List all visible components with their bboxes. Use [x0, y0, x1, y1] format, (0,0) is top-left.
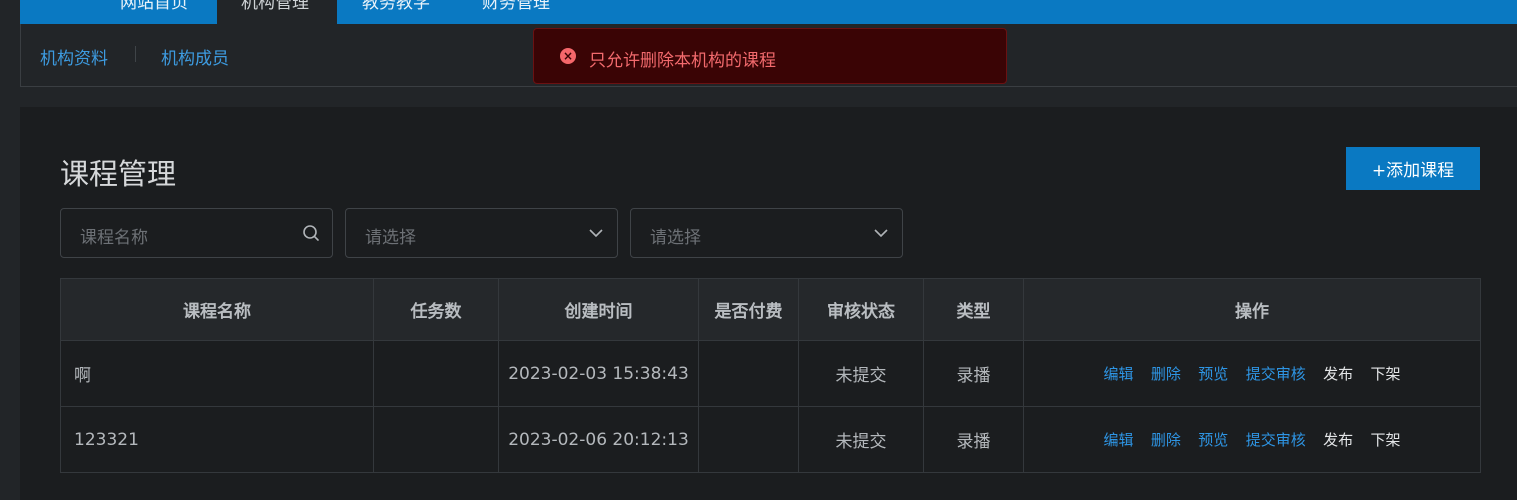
error-circle-icon: ×	[560, 48, 576, 64]
tab-home[interactable]: 网站首页	[120, 0, 216, 24]
add-course-button[interactable]: +添加课程	[1346, 147, 1480, 190]
cell-status: 未提交	[798, 406, 924, 473]
cell-type: 录播	[923, 406, 1024, 473]
course-table: 课程名称 任务数 创建时间 是否付费 审核状态 类型 操作 啊 2023-02-…	[60, 278, 1481, 473]
chevron-down-icon	[874, 229, 888, 238]
filter-select-2[interactable]: 请选择	[630, 208, 903, 258]
error-toast: × 只允许删除本机构的课程	[533, 28, 1007, 84]
submit-review-link[interactable]: 提交审核	[1246, 365, 1306, 383]
edit-link[interactable]: 编辑	[1103, 365, 1133, 383]
subnav-item-org-members[interactable]: 机构成员	[161, 44, 229, 69]
cell-paid	[698, 406, 799, 473]
table-row: 啊 2023-02-03 15:38:43 未提交 录播 编辑 删除 预览 提交…	[60, 340, 1481, 407]
publish-link[interactable]: 发布	[1323, 365, 1353, 383]
course-name-search-input[interactable]: 课程名称	[60, 208, 333, 258]
submit-review-link[interactable]: 提交审核	[1246, 431, 1306, 449]
cell-created: 2023-02-03 15:38:43	[498, 340, 699, 407]
cell-paid	[698, 340, 799, 407]
unpublish-link[interactable]: 下架	[1371, 365, 1401, 383]
chevron-down-icon	[589, 229, 603, 238]
toast-message: 只允许删除本机构的课程	[589, 51, 776, 71]
cell-course-name: 123321	[60, 406, 374, 473]
preview-link[interactable]: 预览	[1198, 431, 1228, 449]
cell-created: 2023-02-06 20:12:13	[498, 406, 699, 473]
search-icon[interactable]	[302, 224, 320, 242]
col-header-type: 类型	[923, 278, 1024, 341]
cell-tasks	[373, 406, 499, 473]
tab-teaching[interactable]: 教务教学	[362, 0, 458, 24]
unpublish-link[interactable]: 下架	[1371, 431, 1401, 449]
top-nav-bar: 网站首页 机构管理 教务教学 财务管理	[20, 0, 1517, 24]
cell-tasks	[373, 340, 499, 407]
delete-link[interactable]: 删除	[1151, 365, 1181, 383]
cell-status: 未提交	[798, 340, 924, 407]
filter-select-1[interactable]: 请选择	[345, 208, 618, 258]
col-header-status: 审核状态	[798, 278, 924, 341]
col-header-paid: 是否付费	[698, 278, 799, 341]
cell-actions: 编辑 删除 预览 提交审核 发布 下架	[1023, 406, 1481, 473]
edit-link[interactable]: 编辑	[1103, 431, 1133, 449]
select-placeholder: 请选择	[650, 228, 701, 248]
col-header-name: 课程名称	[60, 278, 374, 341]
tab-finance[interactable]: 财务管理	[482, 0, 578, 24]
cell-course-name: 啊	[60, 340, 374, 407]
page-title: 课程管理	[60, 157, 177, 191]
tab-org-management[interactable]: 机构管理	[217, 0, 337, 24]
table-header-row: 课程名称 任务数 创建时间 是否付费 审核状态 类型 操作	[60, 278, 1481, 341]
table-row: 123321 2023-02-06 20:12:13 未提交 录播 编辑 删除 …	[60, 406, 1481, 473]
publish-link[interactable]: 发布	[1323, 431, 1353, 449]
main-panel: 课程管理 +添加课程 课程名称 请选择 请选择 课程名称 任务数 创建时间 是否…	[20, 107, 1517, 500]
cell-type: 录播	[923, 340, 1024, 407]
col-header-actions: 操作	[1023, 278, 1481, 341]
col-header-created: 创建时间	[498, 278, 699, 341]
search-placeholder: 课程名称	[80, 228, 148, 248]
col-header-tasks: 任务数	[373, 278, 499, 341]
subnav-divider	[135, 46, 136, 62]
delete-link[interactable]: 删除	[1151, 431, 1181, 449]
cell-actions: 编辑 删除 预览 提交审核 发布 下架	[1023, 340, 1481, 407]
select-placeholder: 请选择	[365, 228, 416, 248]
preview-link[interactable]: 预览	[1198, 365, 1228, 383]
subnav-item-org-info[interactable]: 机构资料	[40, 44, 108, 69]
